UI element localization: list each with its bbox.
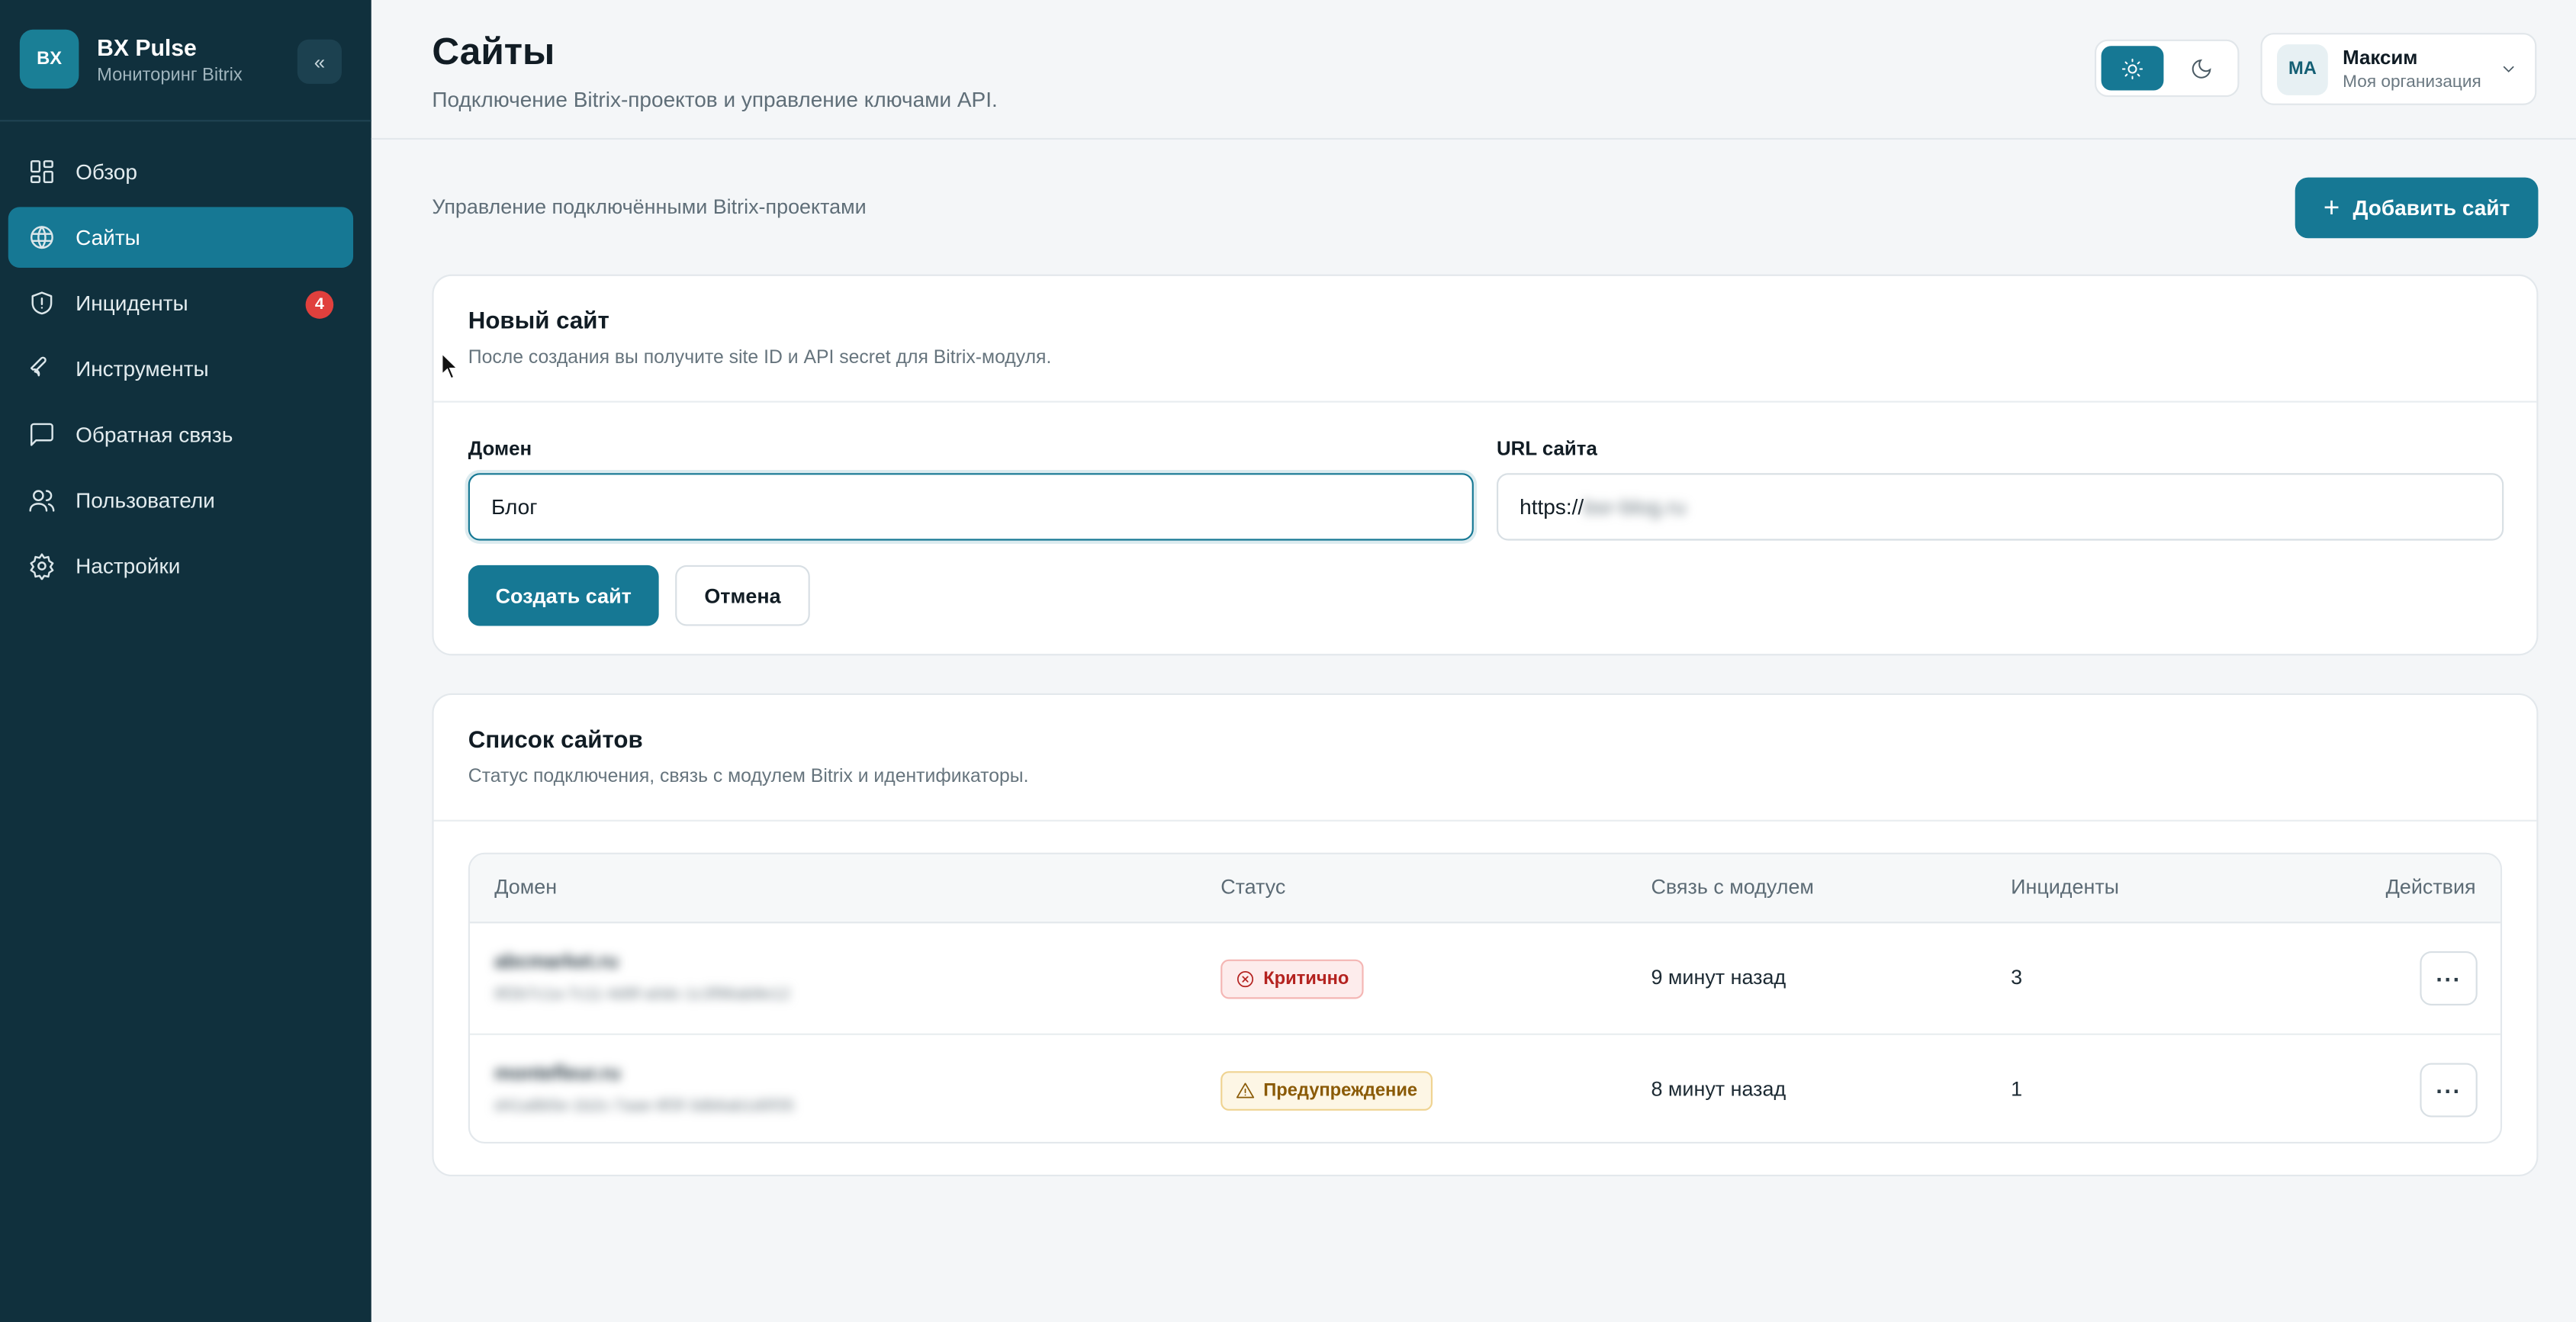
sidebar-item-label: Инструменты xyxy=(76,356,209,381)
domain-label: Домен xyxy=(468,436,532,461)
user-name: Максим xyxy=(2343,46,2418,69)
column-status: Статус xyxy=(1220,875,1286,899)
site-url-input[interactable]: https://bsr-blog.ru xyxy=(1497,473,2504,541)
collapse-sidebar-button[interactable]: « xyxy=(297,39,342,84)
add-site-label: Добавить сайт xyxy=(2352,195,2510,220)
users-icon xyxy=(29,490,55,512)
gear-icon xyxy=(30,553,54,581)
sites-table: Домен Статус Связь с модулем Инциденты Д… xyxy=(468,852,2503,1143)
site-url-redacted: bsr-blog.ru xyxy=(1584,494,1687,519)
status-badge: Предупреждение xyxy=(1220,1071,1433,1111)
warning-triangle-icon xyxy=(1236,1082,1255,1098)
incidents-count-badge: 4 xyxy=(305,291,334,319)
globe-icon xyxy=(30,226,53,249)
sidebar-divider xyxy=(0,120,371,122)
site-id: 8f2b7c1a-7c11-4d9f-a0dc-1c3f96ab8e12 xyxy=(494,986,790,1004)
page-subtitle: Подключение Bitrix-проектов и управление… xyxy=(432,87,998,112)
site-list-description: Статус подключения, связь с модулем Bitr… xyxy=(468,767,1029,787)
incidents-count: 3 xyxy=(2011,966,2023,989)
chevron-down-icon xyxy=(2503,66,2514,72)
app-logo: BX xyxy=(19,29,79,89)
more-horizontal-icon: ··· xyxy=(2436,1076,2462,1104)
plus-icon: + xyxy=(2323,191,2340,223)
site-domain: abcmarket.ru xyxy=(494,949,619,973)
site-url-label: URL сайта xyxy=(1497,436,1597,461)
sidebar-nav: Обзор Сайты Инциденты 4 Инструменты Обра… xyxy=(8,141,354,601)
site-url-prefix: https:// xyxy=(1520,494,1584,519)
sidebar-item-label: Инциденты xyxy=(76,291,188,316)
user-menu[interactable]: МА Максим Моя организация xyxy=(2260,33,2537,105)
column-module-link: Связь с модулем xyxy=(1651,875,1814,899)
brand: BX BX Pulse Мониторинг Bitrix xyxy=(19,29,243,89)
app-title: BX Pulse xyxy=(97,34,197,60)
site-list-card: Список сайтов Статус подключения, связь … xyxy=(432,693,2539,1177)
sidebar-item-label: Обзор xyxy=(76,159,137,185)
status-label: Предупреждение xyxy=(1263,1081,1418,1101)
theme-toggle xyxy=(2094,39,2240,98)
sidebar-item-label: Настройки xyxy=(76,553,181,579)
message-icon xyxy=(30,423,53,446)
cancel-button[interactable]: Отмена xyxy=(675,565,810,626)
page-header: Сайты Подключение Bitrix-проектов и упра… xyxy=(371,0,2576,140)
row-actions-button[interactable]: ··· xyxy=(2420,950,2478,1006)
dark-theme-button[interactable] xyxy=(2170,46,2233,90)
card-divider xyxy=(433,400,2537,403)
sidebar-item-label: Сайты xyxy=(76,225,140,250)
row-actions-button[interactable]: ··· xyxy=(2420,1063,2478,1118)
sidebar-item-overview[interactable]: Обзор xyxy=(8,141,353,202)
site-list-title: Список сайтов xyxy=(468,728,643,754)
add-site-button[interactable]: + Добавить сайт xyxy=(2295,177,2539,239)
site-domain: montefleur.ru xyxy=(494,1061,621,1085)
incidents-count: 1 xyxy=(2011,1077,2023,1101)
card-divider xyxy=(433,819,2537,822)
table-row: abcmarket.ru 8f2b7c1a-7c11-4d9f-a0dc-1c3… xyxy=(470,923,2500,1033)
avatar: МА xyxy=(2277,43,2328,95)
sidebar-item-tools[interactable]: Инструменты xyxy=(8,339,353,400)
sidebar-item-label: Пользователи xyxy=(76,487,215,513)
module-last-seen: 9 минут назад xyxy=(1651,966,1786,989)
table-row: montefleur.ru d41a8b5e-1b2c-7aae-9f3f-3d… xyxy=(469,1033,2500,1142)
page-title: Сайты xyxy=(432,29,555,72)
new-site-description: После создания вы получите site ID и API… xyxy=(468,348,1052,368)
moon-icon xyxy=(2192,58,2211,78)
sidebar-item-users[interactable]: Пользователи xyxy=(8,470,353,531)
site-domain-cell: montefleur.ru d41a8b5e-1b2c-7aae-9f3f-3d… xyxy=(494,1061,794,1115)
sidebar-item-sites[interactable]: Сайты xyxy=(8,207,354,269)
sidebar: BX BX Pulse Мониторинг Bitrix « Обзор Са… xyxy=(0,0,371,1322)
create-site-button[interactable]: Создать сайт xyxy=(468,565,659,626)
domain-input[interactable]: Блог xyxy=(468,473,1474,541)
sidebar-item-incidents[interactable]: Инциденты 4 xyxy=(8,273,353,334)
column-incidents: Инциденты xyxy=(2011,875,2120,899)
new-site-title: Новый сайт xyxy=(468,308,609,336)
section-caption: Управление подключёнными Bitrix-проектам… xyxy=(432,195,867,219)
column-domain: Домен xyxy=(494,875,558,899)
dashboard-icon xyxy=(30,160,53,184)
domain-input-value: Блог xyxy=(490,494,538,519)
mouse-cursor-icon xyxy=(441,351,460,380)
sidebar-item-settings[interactable]: Настройки xyxy=(8,536,353,597)
light-theme-button[interactable] xyxy=(2101,46,2164,91)
table-header: Домен Статус Связь с модулем Инциденты Д… xyxy=(469,854,2500,924)
module-last-seen: 8 минут назад xyxy=(1651,1077,1786,1101)
site-id: d41a8b5e-1b2c-7aae-9f3f-3db6ab1d0f35 xyxy=(494,1097,795,1116)
site-domain-cell: abcmarket.ru 8f2b7c1a-7c11-4d9f-a0dc-1c3… xyxy=(494,950,790,1004)
status-badge: Критично xyxy=(1220,959,1364,999)
column-actions: Действия xyxy=(2385,875,2476,899)
sun-icon xyxy=(2121,57,2143,79)
more-horizontal-icon: ··· xyxy=(2436,965,2462,992)
app-subtitle: Мониторинг Bitrix xyxy=(97,65,243,85)
x-circle-icon xyxy=(1237,971,1254,988)
sidebar-item-label: Обратная связь xyxy=(76,422,233,447)
wrench-icon xyxy=(30,356,47,377)
shield-alert-icon xyxy=(31,291,53,315)
user-organization: Моя организация xyxy=(2343,72,2481,92)
status-label: Критично xyxy=(1263,969,1349,989)
sidebar-item-feedback[interactable]: Обратная связь xyxy=(8,404,353,465)
new-site-card: Новый сайт После создания вы получите si… xyxy=(432,274,2539,656)
